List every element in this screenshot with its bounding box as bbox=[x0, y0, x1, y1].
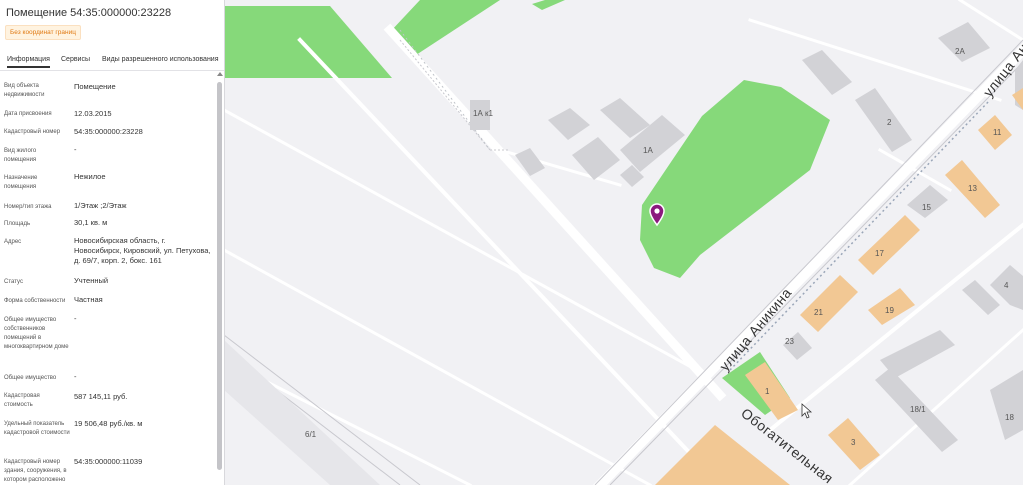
property-value[interactable]: 54:35:000000:11039 bbox=[74, 457, 212, 467]
house-number: 6/1 bbox=[305, 430, 317, 439]
property-value: Новосибирская область, г. Новосибирск, К… bbox=[74, 236, 211, 265]
house-number: 2А bbox=[955, 47, 965, 56]
house-number: 15 bbox=[922, 203, 931, 212]
property-label: Кадастровый номер bbox=[4, 129, 61, 135]
property-label: Общее имущество собственников помещений … bbox=[4, 317, 69, 350]
property-value: Учтенный bbox=[74, 276, 109, 285]
tab-services[interactable]: Сервисы bbox=[61, 56, 90, 63]
property-value: 587 145,11 руб. bbox=[74, 392, 128, 401]
property-label: Форма собственности bbox=[4, 298, 66, 304]
property-label: Кадастровая стоимость bbox=[4, 393, 40, 408]
house-number: 17 bbox=[875, 249, 884, 258]
tab-permitted-use[interactable]: Виды разрешенного использования bbox=[102, 56, 219, 63]
property-label: Статус bbox=[4, 279, 23, 285]
property-value: Помещение bbox=[74, 82, 116, 91]
property-value: - bbox=[74, 314, 77, 323]
property-value: Нежилое bbox=[74, 172, 106, 181]
property-label: Адрес bbox=[4, 239, 22, 245]
property-value[interactable]: 54:35:000000:23228 bbox=[74, 127, 212, 137]
house-number: 18 bbox=[1005, 413, 1014, 422]
scroll-up-arrow-icon[interactable] bbox=[217, 72, 223, 76]
house-number: 18/1 bbox=[910, 405, 926, 414]
property-value: 12.03.2015 bbox=[74, 109, 112, 118]
property-label: Общее имущество bbox=[4, 375, 57, 381]
property-value: 19 506,48 руб./кв. м bbox=[74, 419, 143, 428]
house-number: 21 bbox=[814, 308, 823, 317]
property-value: - bbox=[74, 372, 77, 381]
panel-tabs: Информация Сервисы Виды разрешенного исп… bbox=[0, 54, 224, 71]
property-value: Частная bbox=[74, 295, 103, 304]
property-label: Вид объекта недвижимости bbox=[4, 83, 45, 98]
house-number: 1А к1 bbox=[473, 109, 494, 118]
house-number: 11 bbox=[993, 128, 1002, 137]
property-label: Кадастровый номер здания, сооружения, в … bbox=[4, 459, 67, 483]
status-badge: Без координат границ bbox=[5, 25, 81, 40]
property-value: 30,1 кв. м bbox=[74, 218, 108, 227]
house-number: 23 bbox=[785, 337, 794, 346]
house-number: 1 bbox=[765, 387, 770, 396]
property-label: Дата присвоения bbox=[4, 111, 52, 117]
house-number: 13 bbox=[968, 184, 977, 193]
house-number: 1А bbox=[643, 146, 653, 155]
scroll-thumb[interactable] bbox=[217, 82, 222, 470]
panel-scrollbar[interactable] bbox=[216, 72, 223, 485]
house-number: 2 bbox=[887, 118, 892, 127]
tab-information[interactable]: Информация bbox=[7, 56, 50, 68]
house-number: 3 bbox=[851, 438, 856, 447]
house-number: 19 bbox=[885, 306, 894, 315]
property-value: 1/Этаж ;2/Этаж bbox=[74, 201, 127, 210]
panel-title: Помещение 54:35:000000:23228 bbox=[6, 7, 172, 19]
house-number: 4 bbox=[1004, 281, 1009, 290]
property-value: - bbox=[74, 145, 77, 154]
property-label: Номер/тип этажа bbox=[4, 204, 52, 210]
property-label: Удельный показатель кадастровой стоимост… bbox=[4, 421, 70, 436]
map-canvas[interactable]: улица Аникина Обогатительная улица Аники… bbox=[224, 0, 1023, 485]
property-label: Назначение помещения bbox=[4, 175, 38, 190]
property-label: Площадь bbox=[4, 221, 31, 227]
info-panel: Помещение 54:35:000000:23228 Без координ… bbox=[0, 0, 225, 485]
property-label: Вид жилого помещения bbox=[4, 148, 37, 163]
